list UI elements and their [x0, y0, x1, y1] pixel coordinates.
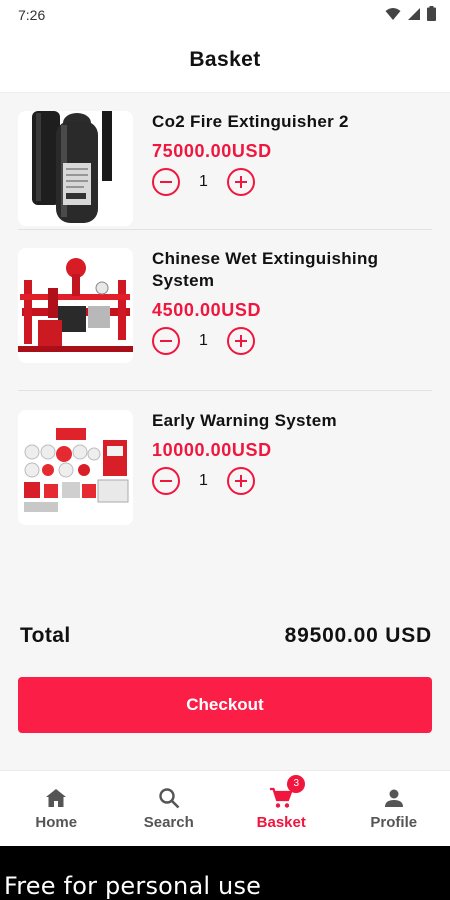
status-time: 7:26: [18, 7, 46, 23]
quantity-value: 1: [199, 472, 208, 489]
status-icons: [385, 6, 436, 21]
home-icon: [44, 786, 68, 810]
watermark-text: Free for personal use: [4, 872, 262, 900]
person-icon: [382, 786, 406, 810]
quantity-value: 1: [199, 173, 208, 190]
decrease-quantity-button[interactable]: [152, 467, 180, 495]
quantity-value: 1: [199, 332, 208, 349]
watermark-bar: Free for personal use: [0, 846, 450, 900]
increase-quantity-button[interactable]: [227, 467, 255, 495]
increase-quantity-button[interactable]: [227, 327, 255, 355]
checkout-button[interactable]: Checkout: [18, 677, 432, 733]
battery-icon: [427, 6, 436, 21]
item-price: 10000.00USD: [152, 440, 272, 460]
nav-label: Basket: [256, 814, 306, 831]
product-image-co2-extinguisher[interactable]: [18, 111, 133, 226]
nav-item-profile[interactable]: Profile: [338, 771, 450, 847]
item-info: Chinese Wet Extinguishing System 4500.00…: [152, 248, 432, 355]
basket-item: Early Warning System 10000.00USD 1: [18, 410, 432, 528]
item-info: Co2 Fire Extinguisher 2 75000.00USD 1: [152, 111, 432, 196]
nav-item-search[interactable]: Search: [113, 771, 226, 847]
total-label: Total: [20, 624, 71, 647]
total-value: 89500.00 USD: [284, 624, 432, 647]
quantity-stepper: 1: [152, 168, 432, 196]
app-header: Basket: [0, 30, 450, 93]
nav-label: Profile: [370, 814, 418, 831]
product-image-wet-extinguishing-system[interactable]: [18, 248, 133, 363]
bottom-navigation: Home Search 3 Basket Profile: [0, 770, 450, 847]
nav-item-home[interactable]: Home: [0, 771, 113, 847]
basket-item: Chinese Wet Extinguishing System 4500.00…: [18, 248, 432, 391]
quantity-stepper: 1: [152, 327, 432, 355]
page-title: Basket: [189, 48, 261, 71]
item-name[interactable]: Chinese Wet Extinguishing System: [152, 248, 432, 292]
quantity-stepper: 1: [152, 467, 432, 495]
search-icon: [157, 786, 181, 810]
item-price: 75000.00USD: [152, 141, 272, 161]
item-name[interactable]: Co2 Fire Extinguisher 2: [152, 111, 432, 133]
basket-item: Co2 Fire Extinguisher 2 75000.00USD 1: [18, 111, 432, 230]
status-bar: 7:26: [0, 0, 450, 30]
cart-badge: 3: [287, 775, 306, 793]
increase-quantity-button[interactable]: [227, 168, 255, 196]
wifi-icon: [385, 7, 401, 21]
item-price: 4500.00USD: [152, 300, 262, 320]
nav-item-basket[interactable]: 3 Basket: [225, 771, 338, 847]
product-image-early-warning-system[interactable]: [18, 410, 133, 525]
nav-label: Search: [143, 814, 194, 831]
decrease-quantity-button[interactable]: [152, 168, 180, 196]
nav-label: Home: [35, 814, 78, 831]
decrease-quantity-button[interactable]: [152, 327, 180, 355]
item-name[interactable]: Early Warning System: [152, 410, 432, 432]
signal-icon: [407, 7, 421, 21]
item-info: Early Warning System 10000.00USD 1: [152, 410, 432, 495]
